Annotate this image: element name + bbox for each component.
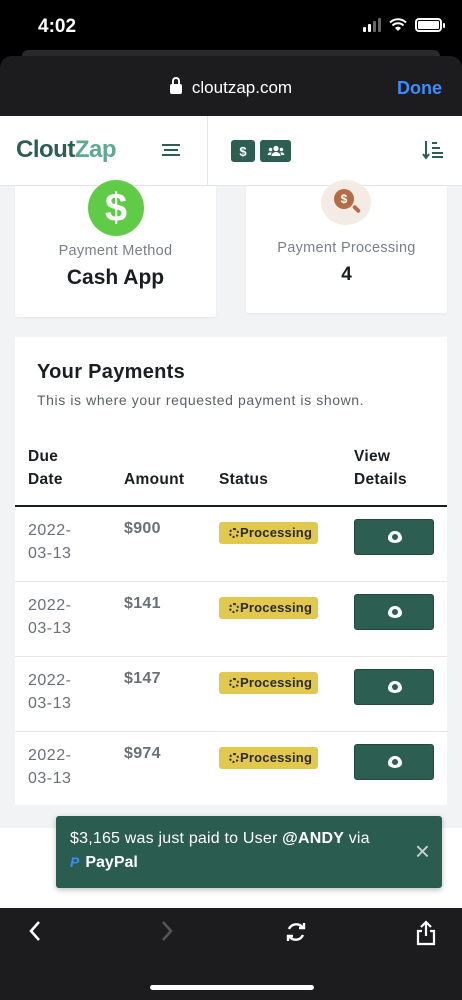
table-row: 2022-03-13 $974 Processing [15, 732, 447, 807]
payment-processing-count: 4 [341, 264, 352, 285]
users-icon [267, 145, 284, 156]
status-badge: Processing [219, 747, 319, 769]
close-icon[interactable]: × [415, 838, 430, 864]
toast-message: $3,165 was just paid to User @ANDY via [70, 830, 370, 847]
eye-icon [388, 756, 402, 768]
view-details-button[interactable] [354, 594, 434, 630]
url-text: cloutzap.com [191, 78, 293, 97]
row-amount: $147 [124, 670, 161, 687]
sort-icon[interactable] [422, 140, 444, 165]
site-header: CloutZap $ [0, 116, 462, 186]
done-button[interactable]: Done [397, 78, 442, 99]
status-icons [363, 18, 445, 32]
home-indicator [150, 985, 314, 990]
view-details-button[interactable] [354, 519, 434, 555]
share-button[interactable] [415, 920, 437, 952]
column-header-amount: Amount [124, 471, 185, 488]
column-header-status: Status [219, 471, 269, 488]
column-header-due-date: Due Date [28, 448, 63, 488]
row-due-date: 2022-03-13 [28, 747, 72, 787]
row-due-date: 2022-03-13 [28, 597, 72, 637]
column-header-view-details: View Details [354, 448, 407, 488]
status-badge: Processing [219, 597, 319, 619]
payments-panel: Your Payments This is where your request… [15, 337, 447, 805]
payment-method-label: Payment Method [58, 243, 173, 259]
payment-processing-card: $ Payment Processing 4 [246, 180, 447, 313]
browser-sheet-header: cloutzap.com Done [0, 50, 462, 116]
row-amount: $974 [124, 745, 161, 762]
payment-notification-toast: $3,165 was just paid to User @ANDY via P… [56, 816, 442, 888]
eye-icon [388, 531, 402, 543]
spinner-icon [229, 528, 239, 538]
header-divider [207, 116, 208, 186]
signal-icon [363, 18, 381, 32]
table-row: 2022-03-13 $141 Processing [15, 582, 447, 657]
reload-button[interactable] [284, 920, 308, 950]
payment-processing-label: Payment Processing [277, 240, 416, 256]
table-row: 2022-03-13 $900 Processing [15, 507, 447, 582]
status-bar: 4:02 [0, 0, 462, 56]
spinner-icon [229, 603, 239, 613]
back-button[interactable] [28, 920, 42, 949]
battery-icon [415, 18, 445, 32]
view-details-button[interactable] [354, 744, 434, 780]
spinner-icon [229, 678, 239, 688]
status-badge: Processing [219, 522, 319, 544]
paypal-icon: P [70, 854, 80, 870]
users-nav-button[interactable] [260, 140, 291, 162]
row-due-date: 2022-03-13 [28, 522, 72, 562]
view-details-button[interactable] [354, 669, 434, 705]
spinner-icon [229, 753, 239, 763]
payment-method-value: Cash App [66, 266, 165, 289]
payments-nav-button[interactable]: $ [231, 140, 255, 162]
url-bar[interactable]: cloutzap.com [0, 77, 462, 98]
wifi-icon [389, 18, 407, 31]
menu-icon[interactable] [162, 144, 180, 158]
row-due-date: 2022-03-13 [28, 672, 72, 712]
eye-icon [388, 681, 402, 693]
row-amount: $900 [124, 520, 161, 537]
forward-button[interactable] [160, 920, 174, 949]
status-badge: Processing [219, 672, 319, 694]
eye-icon [388, 606, 402, 618]
payment-method-card: $ Payment Method Cash App [15, 180, 216, 317]
site-logo[interactable]: CloutZap [16, 136, 116, 164]
toast-payment-method: P PayPal [70, 854, 138, 871]
payments-subtitle: This is where your requested payment is … [37, 392, 365, 408]
web-page: CloutZap $ $ Payment Method Cash App $ P… [0, 116, 462, 908]
browser-toolbar [0, 908, 462, 1000]
payments-title: Your Payments [37, 361, 186, 383]
status-time: 4:02 [38, 16, 77, 37]
search-money-icon: $ [321, 180, 371, 225]
cash-app-icon: $ [88, 180, 144, 236]
row-amount: $141 [124, 595, 161, 612]
lock-icon [169, 77, 182, 94]
table-row: 2022-03-13 $147 Processing [15, 657, 447, 732]
